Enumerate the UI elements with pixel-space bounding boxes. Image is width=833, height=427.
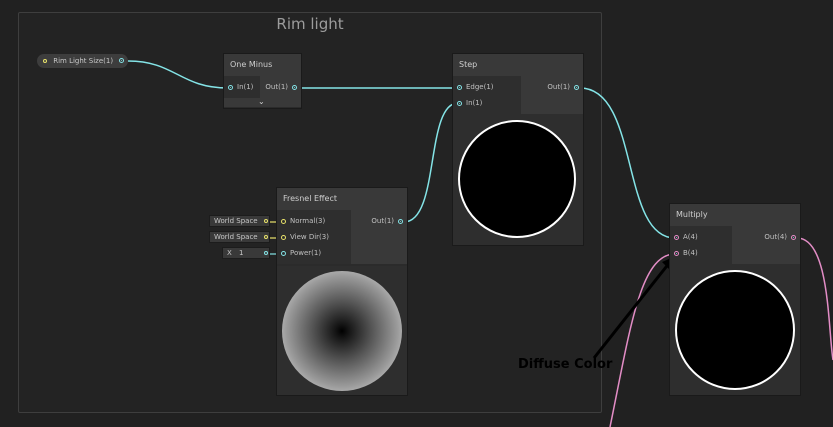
node-fresnel-effect[interactable]: Fresnel Effect Normal(3) View Dir(3) Pow… — [276, 187, 408, 396]
port-label-out: Out(1) — [547, 83, 570, 91]
node-multiply[interactable]: Multiply A(4) B(4) Out(4) — [669, 203, 801, 396]
input-port-edge[interactable] — [457, 84, 462, 90]
node-title[interactable]: One Minus — [224, 54, 301, 76]
input-port-in[interactable] — [457, 100, 462, 106]
input-port-power[interactable] — [281, 250, 286, 256]
normal-space-field[interactable]: World Space — [209, 215, 270, 227]
wire-multiply-out — [796, 237, 833, 361]
property-output-port[interactable] — [119, 58, 124, 63]
node-title[interactable]: Step — [453, 54, 583, 76]
port-label-in: In(1) — [237, 83, 254, 91]
port-label-power: Power(1) — [290, 249, 322, 257]
preview-circle — [675, 270, 795, 390]
power-value[interactable]: 1 — [239, 249, 243, 257]
port-label-normal: Normal(3) — [290, 217, 326, 225]
port-label-b: B(4) — [683, 249, 698, 257]
field-port-icon — [264, 219, 268, 223]
chevron-down-icon[interactable]: ⌄ — [258, 97, 265, 106]
preview-circle — [458, 120, 576, 238]
annotation-arrow-line — [592, 261, 672, 359]
wire-diffuse-to-multiply-b — [609, 253, 676, 427]
property-label: Rim Light Size(1) — [53, 57, 114, 65]
group-title[interactable]: Rim light — [19, 15, 601, 33]
port-label-edge: Edge(1) — [466, 83, 494, 91]
output-port[interactable] — [398, 218, 403, 224]
power-axis-label: X — [227, 249, 232, 257]
preview-panel — [670, 264, 800, 395]
preview-panel — [277, 266, 407, 395]
preview-circle — [282, 271, 402, 391]
output-port[interactable] — [292, 84, 297, 90]
node-title[interactable]: Multiply — [670, 204, 800, 226]
annotation-diffuse-color: Diffuse Color — [518, 357, 613, 372]
node-title[interactable]: Fresnel Effect — [277, 188, 407, 210]
power-value-field[interactable]: X 1 — [222, 247, 270, 259]
port-label-in: In(1) — [466, 99, 483, 107]
port-label-out: Out(4) — [764, 233, 787, 241]
port-label-out: Out(1) — [265, 83, 288, 91]
preview-panel — [453, 114, 583, 245]
input-port-view-dir[interactable] — [281, 234, 286, 240]
port-label-out: Out(1) — [371, 217, 394, 225]
property-rim-light-size[interactable]: Rim Light Size(1) — [37, 54, 128, 68]
port-label-view-dir: View Dir(3) — [290, 233, 329, 241]
property-dot-icon — [43, 59, 47, 63]
node-step[interactable]: Step Edge(1) In(1) Out(1) — [452, 53, 584, 246]
node-one-minus[interactable]: One Minus In(1) Out(1) ⌄ — [223, 53, 302, 109]
input-port-normal[interactable] — [281, 218, 286, 224]
field-port-icon — [264, 235, 268, 239]
view-space-field[interactable]: World Space — [209, 231, 270, 243]
output-port[interactable] — [791, 234, 796, 240]
input-port-a[interactable] — [674, 234, 679, 240]
output-port[interactable] — [574, 84, 579, 90]
input-port-b[interactable] — [674, 250, 679, 256]
input-port[interactable] — [228, 84, 233, 90]
field-port-icon — [264, 251, 268, 255]
port-label-a: A(4) — [683, 233, 698, 241]
